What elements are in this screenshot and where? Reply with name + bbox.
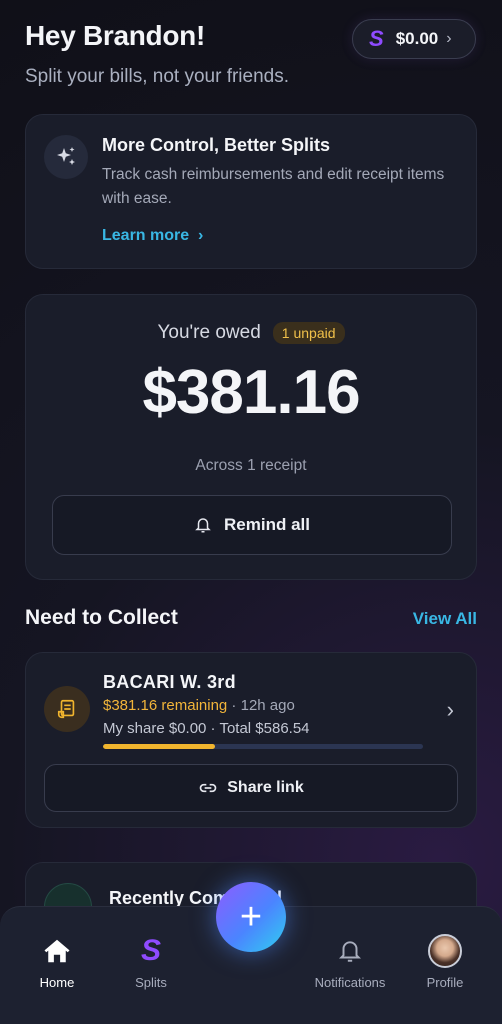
tab-profile-label: Profile <box>426 975 464 990</box>
balance-amount: $0.00 <box>395 29 439 48</box>
balance-button[interactable]: S $0.00 › <box>352 19 476 59</box>
home-icon <box>12 935 102 967</box>
tab-home-label: Home <box>39 975 75 990</box>
tab-home[interactable]: Home <box>12 935 102 990</box>
owed-summary-card: You're owed 1 unpaid $381.16 Across 1 re… <box>25 294 477 580</box>
collect-item-name: BACARI W. 3rd <box>103 672 236 692</box>
tab-splits[interactable]: S Splits <box>106 934 196 990</box>
share-link-button[interactable]: Share link <box>44 764 458 812</box>
bell-icon <box>195 518 211 533</box>
view-all-link[interactable]: View All <box>413 609 477 629</box>
splits-logo-icon: S <box>106 934 196 967</box>
learn-more-label: Learn more <box>102 227 190 244</box>
promo-description: Track cash reimbursements and edit recei… <box>102 166 445 207</box>
chevron-right-icon: › <box>446 30 452 47</box>
tab-notifications-label: Notifications <box>314 975 386 990</box>
tab-notifications[interactable]: Notifications <box>305 935 395 990</box>
avatar <box>428 934 462 968</box>
link-icon <box>200 783 217 793</box>
progress-fill <box>103 744 215 749</box>
receipt-count: Across 1 receipt <box>195 457 307 474</box>
owed-label: You're owed <box>157 322 261 343</box>
bell-icon <box>305 935 395 967</box>
remaining-amount: $381.16 remaining <box>103 697 228 714</box>
sparkles-icon <box>44 135 88 179</box>
share-total-line: My share $0.00 · Total $586.54 <box>103 720 310 737</box>
collection-progress-bar <box>103 744 423 749</box>
share-link-label: Share link <box>227 779 304 796</box>
tagline: Split your bills, not your friends. <box>25 66 290 87</box>
collect-item-card[interactable]: BACARI W. 3rd $381.16 remaining · 12h ag… <box>25 652 477 828</box>
time-ago: · 12h ago <box>227 697 295 714</box>
splits-logo-icon: S <box>369 26 384 51</box>
remind-all-button[interactable]: Remind all <box>52 495 452 555</box>
unpaid-badge: 1 unpaid <box>272 322 345 344</box>
receipt-icon <box>44 686 90 732</box>
greeting-title: Hey Brandon! <box>25 20 205 51</box>
promo-title: More Control, Better Splits <box>102 135 331 155</box>
collect-item-status: $381.16 remaining · 12h ago <box>103 697 295 714</box>
tab-profile[interactable]: Profile <box>400 934 490 990</box>
owed-amount: $381.16 <box>142 358 360 427</box>
chevron-right-icon[interactable]: › <box>447 697 454 723</box>
learn-more-link[interactable]: Learn more › <box>102 227 203 245</box>
chevron-right-icon: › <box>193 227 204 244</box>
promo-card: More Control, Better Splits Track cash r… <box>25 114 477 269</box>
tab-splits-label: Splits <box>135 975 167 990</box>
remind-all-label: Remind all <box>224 515 310 534</box>
section-title-need-to-collect: Need to Collect <box>25 606 178 629</box>
splits-logo-glyph: S <box>140 934 161 967</box>
add-split-button[interactable]: + <box>216 882 286 952</box>
